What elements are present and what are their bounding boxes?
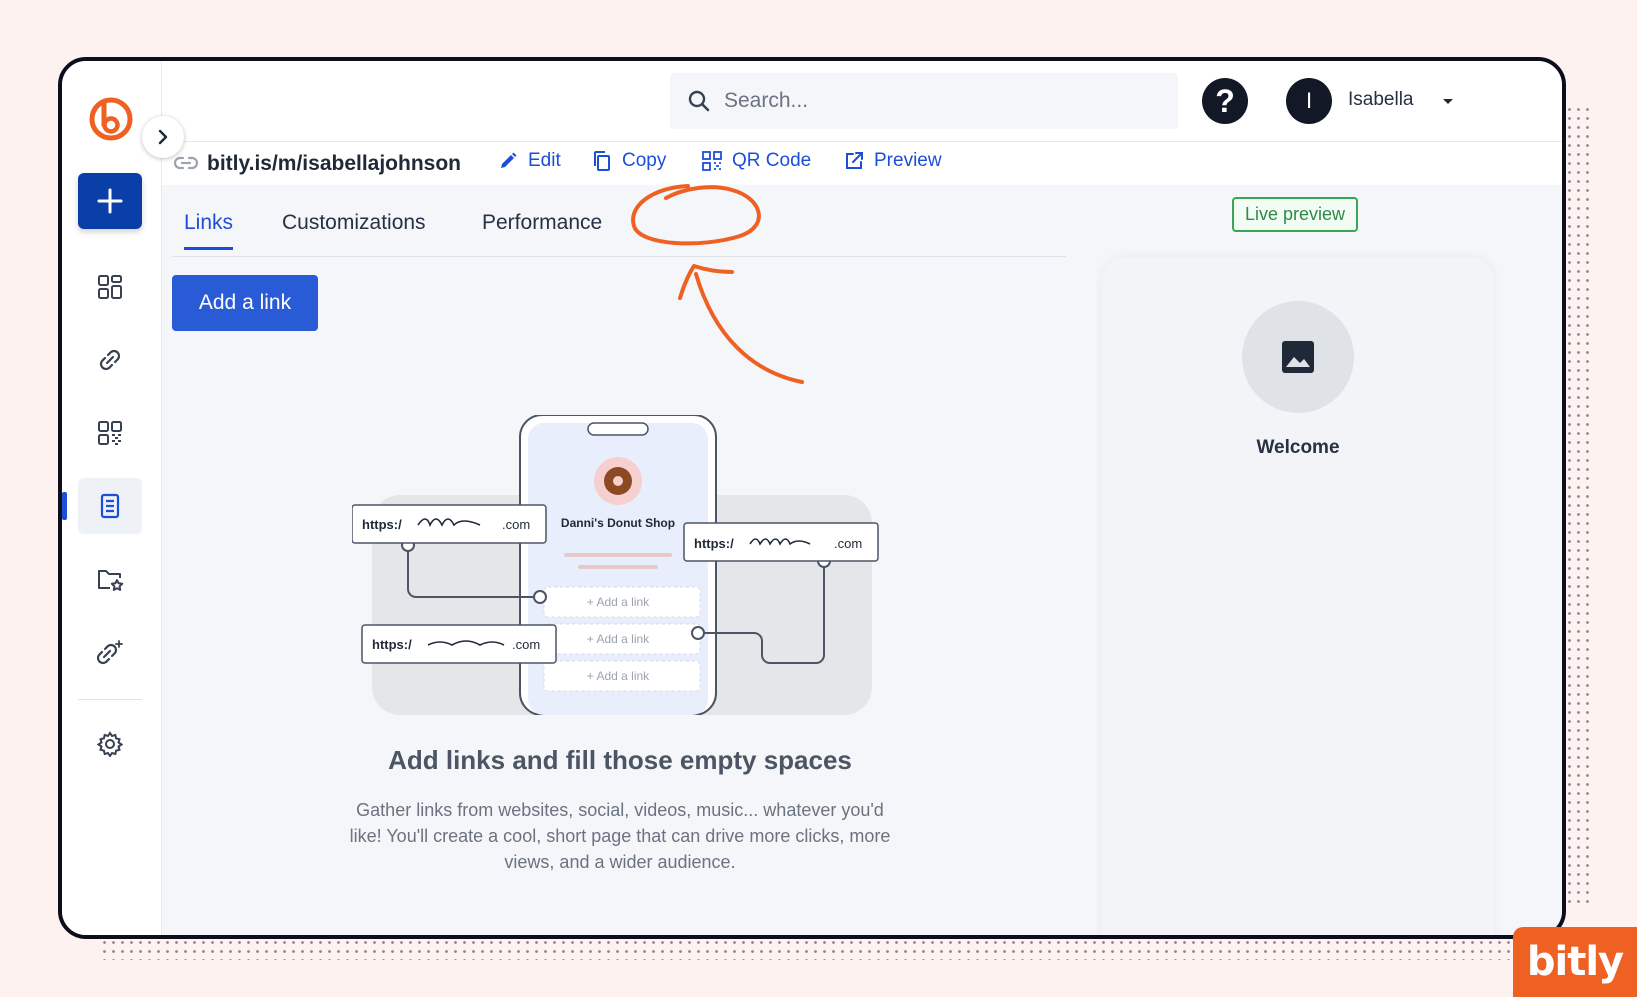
sidebar-item-settings[interactable] bbox=[78, 716, 142, 772]
chevron-right-icon bbox=[158, 129, 168, 145]
external-link-icon bbox=[846, 152, 863, 169]
search-input[interactable] bbox=[724, 89, 1144, 113]
page-short-url[interactable]: bitly.is/m/isabellajohnson bbox=[207, 152, 461, 176]
link-card-1-suffix: .com bbox=[502, 517, 530, 532]
user-avatar[interactable]: I bbox=[1286, 78, 1332, 124]
empty-state-description: Gather links from websites, social, vide… bbox=[349, 800, 891, 872]
help-button[interactable]: ? bbox=[1202, 78, 1248, 124]
preview-label: Preview bbox=[874, 150, 942, 171]
app-window: ? I Isabella bitly.is/m/isabellajohnson … bbox=[58, 57, 1566, 939]
link-sparkle-icon bbox=[96, 640, 123, 665]
copy-label: Copy bbox=[622, 150, 667, 171]
sidebar-item-links[interactable] bbox=[78, 332, 142, 388]
pencil-icon bbox=[501, 152, 517, 168]
copy-button[interactable]: Copy bbox=[592, 150, 666, 172]
add-link-button[interactable]: Add a link bbox=[172, 275, 318, 331]
qr-code-button[interactable]: QR Code bbox=[702, 150, 811, 172]
link-card-3-prefix: https:/ bbox=[372, 637, 412, 652]
edit-label: Edit bbox=[528, 150, 561, 171]
preview-title: Welcome bbox=[1256, 437, 1340, 458]
link-card-1-prefix: https:/ bbox=[362, 517, 402, 532]
add-link-row-3: + Add a link bbox=[587, 669, 650, 683]
tab-performance[interactable]: Performance bbox=[482, 211, 602, 247]
qr-code-icon bbox=[702, 151, 722, 171]
search-icon bbox=[688, 90, 710, 112]
bitly-logo-icon[interactable] bbox=[87, 94, 135, 142]
dashboard-grid-icon bbox=[98, 275, 122, 299]
live-preview-badge: Live preview bbox=[1232, 197, 1359, 232]
sidebar-expand-button[interactable] bbox=[142, 116, 184, 158]
decorative-dots-bottom bbox=[100, 938, 1520, 960]
sidebar-item-home[interactable] bbox=[78, 259, 142, 315]
link-card-2-suffix: .com bbox=[834, 536, 862, 551]
create-new-button[interactable] bbox=[78, 173, 142, 229]
link-card-2-prefix: https:/ bbox=[694, 536, 734, 551]
tab-customizations[interactable]: Customizations bbox=[282, 211, 426, 247]
link-chain-icon bbox=[99, 349, 121, 371]
user-name[interactable]: Isabella bbox=[1348, 89, 1414, 111]
qr-code-label: QR Code bbox=[732, 150, 812, 171]
add-link-row-2: + Add a link bbox=[587, 632, 650, 646]
copy-icon bbox=[594, 151, 610, 171]
plus-icon bbox=[97, 188, 123, 214]
folder-star-icon bbox=[98, 570, 124, 591]
page-tabs: Links Customizations Performance bbox=[172, 205, 1066, 257]
link-card-3-suffix: .com bbox=[512, 637, 540, 652]
link-icon bbox=[174, 156, 198, 170]
page-link-bar: bitly.is/m/isabellajohnson Edit Copy QR … bbox=[162, 141, 1562, 185]
sidebar-item-link-in-bio[interactable] bbox=[62, 478, 142, 534]
main-content: Links Customizations Performance Add a l… bbox=[162, 185, 1562, 935]
sidebar-item-custom-links[interactable] bbox=[78, 624, 142, 680]
edit-button[interactable]: Edit bbox=[498, 150, 561, 172]
sidebar bbox=[62, 61, 162, 935]
sidebar-item-qr-codes[interactable] bbox=[78, 405, 142, 461]
search-box[interactable] bbox=[670, 73, 1178, 129]
bitly-brand-tag: bitly bbox=[1513, 927, 1637, 997]
image-placeholder-icon bbox=[1282, 341, 1314, 373]
empty-state-title: Add links and fill those empty spaces bbox=[388, 745, 852, 775]
top-bar: ? I Isabella bbox=[162, 61, 1562, 141]
shop-name-text: Danni's Donut Shop bbox=[561, 516, 675, 530]
sidebar-divider bbox=[78, 699, 142, 700]
gear-icon bbox=[97, 731, 123, 757]
live-preview-panel: Welcome bbox=[1102, 257, 1494, 935]
empty-state-illustration: Danni's Donut Shop + Add a link + Add a … bbox=[352, 415, 879, 715]
caret-down-icon[interactable] bbox=[1438, 91, 1458, 111]
tab-links[interactable]: Links bbox=[184, 211, 234, 250]
decorative-dots-right bbox=[1565, 105, 1595, 905]
sidebar-item-campaigns[interactable] bbox=[78, 551, 142, 607]
qr-code-icon bbox=[98, 421, 122, 445]
page-document-icon bbox=[100, 493, 120, 519]
preview-profile-image[interactable] bbox=[1242, 301, 1354, 413]
preview-button[interactable]: Preview bbox=[844, 150, 942, 172]
add-link-row-1: + Add a link bbox=[587, 595, 650, 609]
